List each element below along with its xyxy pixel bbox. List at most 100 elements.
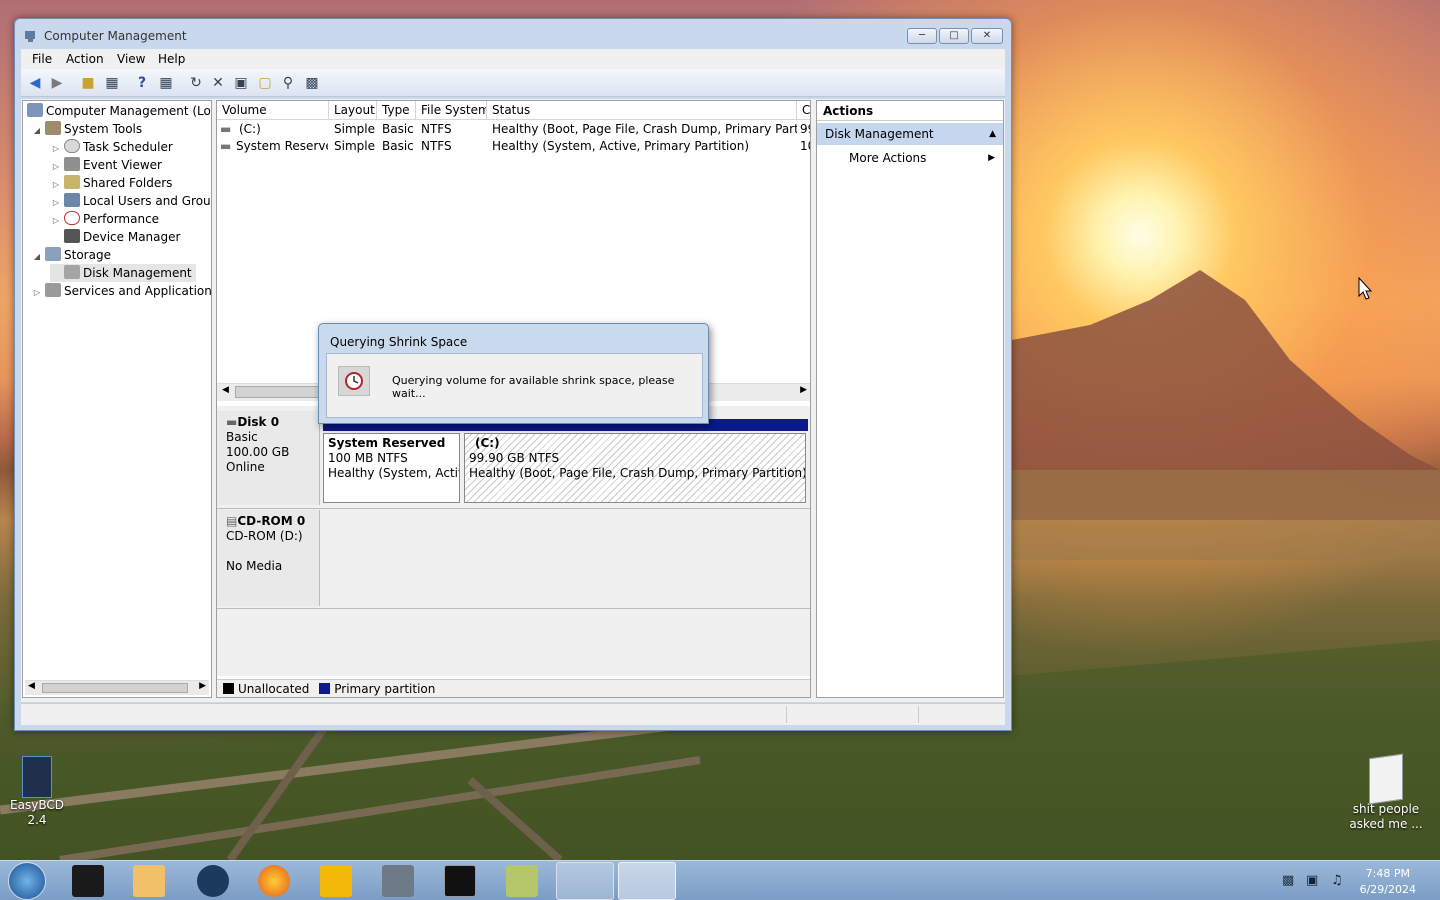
column-header-status[interactable]: Status — [487, 101, 797, 120]
scroll-thumb[interactable] — [235, 386, 325, 398]
dialog-body: Querying volume for available shrink spa… — [326, 353, 703, 418]
tree-label: Services and Applications — [64, 284, 212, 298]
tree-item-root[interactable]: Computer Management (Local — [25, 102, 212, 120]
tray-network-icon[interactable]: ▣ — [1306, 873, 1318, 888]
partition-name: System Reserved — [328, 436, 446, 450]
delete-icon[interactable]: ✕ — [208, 73, 228, 93]
taskbar-app-globe-icon[interactable] — [197, 865, 229, 897]
column-header-capacity[interactable]: C — [797, 101, 810, 120]
tree-label: Task Scheduler — [83, 140, 173, 154]
tree-item-event-viewer[interactable]: ▷ Event Viewer — [50, 156, 162, 174]
desktop-icon-easybcd[interactable]: EasyBCD 2.4 — [2, 756, 72, 828]
tree-item-system-tools[interactable]: ◢ System Tools — [31, 120, 142, 138]
scroll-thumb[interactable] — [42, 683, 188, 693]
title-bar[interactable]: Computer Management ─ □ ✕ — [15, 19, 1011, 53]
tray-security-icon[interactable]: ▩ — [1282, 873, 1294, 888]
show-hide-action-pane-icon[interactable]: ▦ — [156, 73, 176, 93]
start-button[interactable] — [8, 862, 46, 900]
menu-view[interactable]: View — [117, 52, 145, 66]
minimize-button[interactable]: ─ — [907, 28, 937, 44]
partition-status: Healthy (Boot, Page File, Crash Dump, Pr… — [469, 466, 806, 480]
disk-0-label[interactable]: ▬Disk 0 Basic 100.00 GB Online — [217, 411, 320, 505]
collapse-arrow-icon[interactable]: ◢ — [31, 122, 43, 140]
taskbar-app-computer-management-icon[interactable] — [618, 862, 676, 900]
cdrom-0-label[interactable]: ▤CD-ROM 0 CD-ROM (D:) No Media — [217, 510, 320, 606]
up-folder-icon[interactable]: ■ — [78, 73, 98, 93]
back-icon[interactable]: ◀ — [25, 73, 45, 93]
mouse-cursor-icon — [1358, 277, 1373, 300]
legend-unallocated: Unallocated — [238, 682, 310, 696]
computer-icon — [27, 103, 43, 117]
refresh-icon[interactable]: ↻ — [186, 73, 206, 93]
close-button[interactable]: ✕ — [971, 28, 1003, 44]
volume-file-system: NTFS — [421, 122, 452, 136]
collapse-arrow-icon[interactable]: ◢ — [31, 248, 43, 266]
tree-label: Computer Management (Local — [46, 104, 212, 118]
disk-separator — [217, 608, 810, 609]
open-icon[interactable]: ▢ — [255, 73, 275, 93]
event-viewer-icon — [64, 157, 80, 171]
taskbar-clock[interactable]: 7:48 PM 6/29/2024 — [1360, 866, 1416, 898]
rescan-disks-icon[interactable]: ▩ — [302, 73, 322, 93]
tree-item-performance[interactable]: ▷ Performance — [50, 210, 159, 228]
volume-row[interactable]: ▬ System Reserved Simple Basic NTFS Heal… — [217, 138, 810, 155]
help-icon[interactable]: ? — [132, 73, 152, 93]
properties-icon[interactable]: ▣ — [231, 73, 251, 93]
taskbar-app-de-icon[interactable] — [320, 865, 352, 897]
scroll-left-icon[interactable]: ◀ — [222, 385, 229, 395]
scroll-left-icon[interactable]: ◀ — [28, 681, 35, 691]
show-hide-tree-icon[interactable]: ▦ — [102, 73, 122, 93]
expand-arrow-icon[interactable]: ▷ — [31, 284, 43, 302]
volume-row[interactable]: ▬ (C:) Simple Basic NTFS Healthy (Boot, … — [217, 121, 810, 138]
partition-size: 99.90 GB NTFS — [469, 451, 560, 465]
menu-help[interactable]: Help — [158, 52, 185, 66]
volume-status: Healthy (Boot, Page File, Crash Dump, Pr… — [492, 122, 797, 136]
shared-folder-icon — [64, 175, 80, 189]
tree-item-shared-folders[interactable]: ▷ Shared Folders — [50, 174, 172, 192]
scroll-right-icon[interactable]: ▶ — [199, 681, 206, 691]
column-header-volume[interactable]: Volume — [217, 101, 329, 120]
scroll-right-icon[interactable]: ▶ — [800, 385, 807, 395]
more-actions-item[interactable]: More Actions ▶ — [817, 148, 1003, 168]
partition-system-reserved[interactable]: System Reserved 100 MB NTFS Healthy (Sys… — [323, 433, 460, 503]
tree-label: System Tools — [64, 122, 143, 136]
volume-file-system: NTFS — [421, 139, 452, 153]
forward-icon[interactable]: ▶ — [47, 73, 67, 93]
clock-time: 7:48 PM — [1365, 867, 1410, 880]
tree-item-disk-management[interactable]: Disk Management — [50, 264, 196, 282]
cdrom-drive: CD-ROM (D:) — [226, 529, 303, 543]
tree-item-local-users[interactable]: ▷ Local Users and Groups — [50, 192, 211, 210]
search-icon[interactable]: ⚲ — [278, 73, 298, 93]
collapse-up-icon[interactable]: ▲ — [989, 123, 996, 145]
device-manager-icon — [64, 229, 80, 243]
tree-item-services[interactable]: ▷ Services and Applications — [31, 282, 212, 302]
tray-volume-icon[interactable]: ♫ — [1331, 873, 1343, 888]
tree-item-device-manager[interactable]: Device Manager — [50, 228, 180, 246]
taskbar-app-notepad-icon[interactable] — [444, 865, 476, 897]
window-title: Computer Management — [44, 29, 187, 43]
tree-horizontal-scrollbar[interactable]: ◀ ▶ — [25, 680, 209, 695]
taskbar-app-windows-icon[interactable] — [382, 865, 414, 897]
legend-primary: Primary partition — [334, 682, 436, 696]
taskbar-app-box-icon[interactable] — [506, 865, 538, 897]
taskbar-app-terminal-icon[interactable] — [72, 865, 104, 897]
actions-section-disk-management[interactable]: Disk Management ▲ — [817, 123, 1003, 145]
column-header-file-system[interactable]: File System — [416, 101, 487, 120]
tree-item-storage[interactable]: ◢ Storage — [31, 246, 111, 264]
desktop-icon-label: EasyBCD 2.4 — [10, 798, 64, 827]
taskbar-app-email-icon[interactable] — [556, 862, 614, 900]
dialog-title: Querying Shrink Space — [330, 335, 468, 349]
desktop-icon-shit-people-asked-me[interactable]: shit people asked me ... — [1346, 753, 1426, 832]
menu-action[interactable]: Action — [66, 52, 104, 66]
taskbar-app-firefox-icon[interactable] — [258, 865, 290, 897]
volume-capacity: 99 — [800, 122, 810, 136]
menu-file[interactable]: File — [32, 52, 52, 66]
tree-item-task-scheduler[interactable]: ▷ Task Scheduler — [50, 138, 173, 156]
column-header-layout[interactable]: Layout — [329, 101, 377, 120]
maximize-button[interactable]: □ — [939, 28, 969, 44]
column-header-type[interactable]: Type — [377, 101, 416, 120]
partition-c-drive[interactable]: (C:) 99.90 GB NTFS Healthy (Boot, Page F… — [464, 433, 806, 503]
taskbar-app-media-player-icon[interactable] — [133, 865, 165, 897]
tree-label: Storage — [64, 248, 111, 262]
disk-name: Disk 0 — [237, 415, 280, 429]
